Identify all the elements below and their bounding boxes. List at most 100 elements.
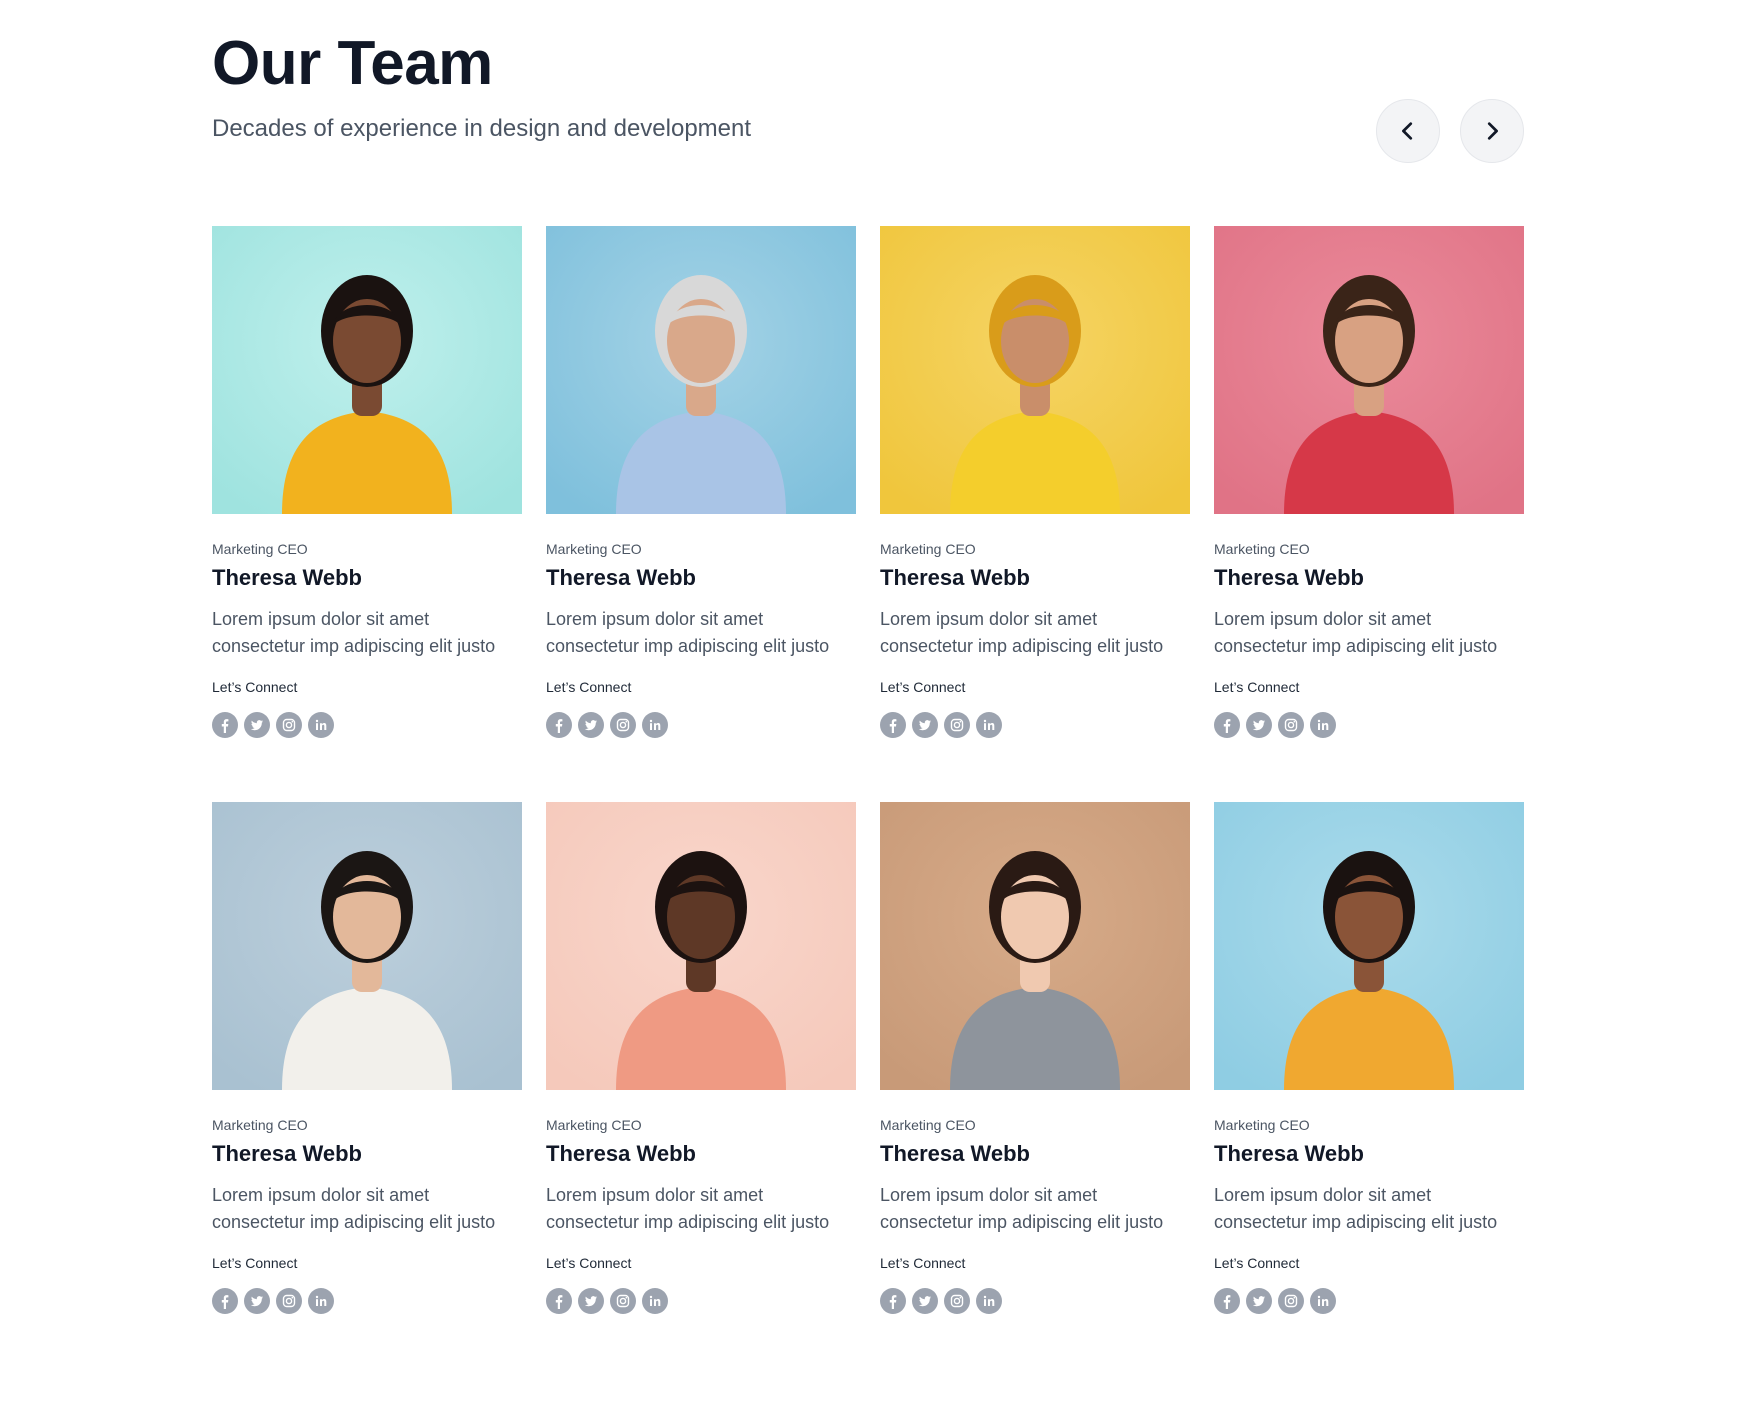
- social-links: [212, 712, 522, 738]
- instagram-link[interactable]: [1278, 1288, 1304, 1314]
- member-photo: [880, 802, 1190, 1090]
- previous-button[interactable]: [1376, 99, 1440, 163]
- page-title: Our Team: [212, 29, 493, 98]
- member-role: Marketing CEO: [546, 1117, 642, 1133]
- linkedin-icon: [649, 719, 661, 730]
- twitter-icon: [918, 1296, 931, 1307]
- team-card: Marketing CEO Theresa Webb Lorem ipsum d…: [880, 802, 1190, 1314]
- connect-label: Let’s Connect: [880, 1255, 966, 1271]
- twitter-icon: [584, 720, 597, 731]
- member-photo: [212, 802, 522, 1090]
- twitter-icon: [250, 1296, 263, 1307]
- twitter-icon: [584, 1296, 597, 1307]
- twitter-link[interactable]: [912, 712, 938, 738]
- social-links: [1214, 1288, 1524, 1314]
- member-role: Marketing CEO: [212, 541, 308, 557]
- linkedin-link[interactable]: [642, 1288, 668, 1314]
- member-bio: Lorem ipsum dolor sit amet consectetur i…: [880, 609, 1164, 656]
- social-links: [880, 712, 1190, 738]
- twitter-link[interactable]: [578, 1288, 604, 1314]
- social-links: [546, 1288, 856, 1314]
- team-card: Marketing CEO Theresa Webb Lorem ipsum d…: [546, 802, 856, 1314]
- connect-label: Let’s Connect: [212, 1255, 298, 1271]
- linkedin-link[interactable]: [642, 712, 668, 738]
- team-header: Our Team Decades of experience in design…: [212, 30, 1524, 180]
- portrait-image: [880, 802, 1190, 1090]
- member-bio: Lorem ipsum dolor sit amet consectetur i…: [212, 609, 496, 656]
- twitter-icon: [1252, 1296, 1265, 1307]
- linkedin-icon: [983, 719, 995, 730]
- twitter-link[interactable]: [244, 712, 270, 738]
- member-name: Theresa Webb: [1214, 1141, 1364, 1166]
- social-links: [880, 1288, 1190, 1314]
- linkedin-link[interactable]: [308, 1288, 334, 1314]
- instagram-icon: [282, 718, 296, 732]
- facebook-link[interactable]: [1214, 1288, 1240, 1314]
- facebook-link[interactable]: [212, 1288, 238, 1314]
- facebook-icon: [889, 719, 897, 733]
- instagram-icon: [950, 718, 964, 732]
- twitter-link[interactable]: [578, 712, 604, 738]
- member-name: Theresa Webb: [212, 565, 362, 590]
- member-name: Theresa Webb: [212, 1141, 362, 1166]
- portrait-image: [1214, 226, 1524, 514]
- instagram-link[interactable]: [944, 1288, 970, 1314]
- facebook-link[interactable]: [546, 712, 572, 738]
- portrait-image: [546, 802, 856, 1090]
- next-button[interactable]: [1460, 99, 1524, 163]
- member-name: Theresa Webb: [880, 565, 1030, 590]
- twitter-icon: [918, 720, 931, 731]
- linkedin-link[interactable]: [976, 712, 1002, 738]
- member-name: Theresa Webb: [546, 1141, 696, 1166]
- connect-label: Let’s Connect: [880, 679, 966, 695]
- facebook-icon: [889, 1295, 897, 1309]
- member-role: Marketing CEO: [880, 541, 976, 557]
- member-role: Marketing CEO: [546, 541, 642, 557]
- facebook-link[interactable]: [546, 1288, 572, 1314]
- linkedin-link[interactable]: [1310, 712, 1336, 738]
- carousel-nav: [1376, 99, 1524, 163]
- twitter-link[interactable]: [244, 1288, 270, 1314]
- linkedin-link[interactable]: [976, 1288, 1002, 1314]
- member-bio: Lorem ipsum dolor sit amet consectetur i…: [546, 1185, 830, 1232]
- twitter-link[interactable]: [912, 1288, 938, 1314]
- social-links: [1214, 712, 1524, 738]
- team-card: Marketing CEO Theresa Webb Lorem ipsum d…: [1214, 802, 1524, 1314]
- instagram-link[interactable]: [276, 712, 302, 738]
- linkedin-icon: [649, 1295, 661, 1306]
- member-role: Marketing CEO: [1214, 541, 1310, 557]
- member-photo: [546, 226, 856, 514]
- instagram-link[interactable]: [944, 712, 970, 738]
- facebook-link[interactable]: [212, 712, 238, 738]
- member-photo: [880, 226, 1190, 514]
- team-card: Marketing CEO Theresa Webb Lorem ipsum d…: [1214, 226, 1524, 738]
- instagram-link[interactable]: [610, 1288, 636, 1314]
- twitter-link[interactable]: [1246, 712, 1272, 738]
- chevron-left-icon: [1402, 122, 1413, 140]
- portrait-image: [880, 226, 1190, 514]
- facebook-link[interactable]: [1214, 712, 1240, 738]
- connect-label: Let’s Connect: [546, 1255, 632, 1271]
- portrait-image: [546, 226, 856, 514]
- facebook-icon: [221, 1295, 229, 1309]
- member-bio: Lorem ipsum dolor sit amet consectetur i…: [1214, 609, 1498, 656]
- member-role: Marketing CEO: [212, 1117, 308, 1133]
- facebook-link[interactable]: [880, 1288, 906, 1314]
- member-bio: Lorem ipsum dolor sit amet consectetur i…: [1214, 1185, 1498, 1232]
- member-bio: Lorem ipsum dolor sit amet consectetur i…: [546, 609, 830, 656]
- facebook-link[interactable]: [880, 712, 906, 738]
- member-bio: Lorem ipsum dolor sit amet consectetur i…: [880, 1185, 1164, 1232]
- linkedin-icon: [1317, 1295, 1329, 1306]
- linkedin-link[interactable]: [308, 712, 334, 738]
- instagram-link[interactable]: [276, 1288, 302, 1314]
- instagram-link[interactable]: [610, 712, 636, 738]
- team-card: Marketing CEO Theresa Webb Lorem ipsum d…: [880, 226, 1190, 738]
- instagram-icon: [616, 1294, 630, 1308]
- twitter-link[interactable]: [1246, 1288, 1272, 1314]
- member-photo: [1214, 802, 1524, 1090]
- linkedin-link[interactable]: [1310, 1288, 1336, 1314]
- connect-label: Let’s Connect: [1214, 1255, 1300, 1271]
- instagram-link[interactable]: [1278, 712, 1304, 738]
- connect-label: Let’s Connect: [1214, 679, 1300, 695]
- connect-label: Let’s Connect: [546, 679, 632, 695]
